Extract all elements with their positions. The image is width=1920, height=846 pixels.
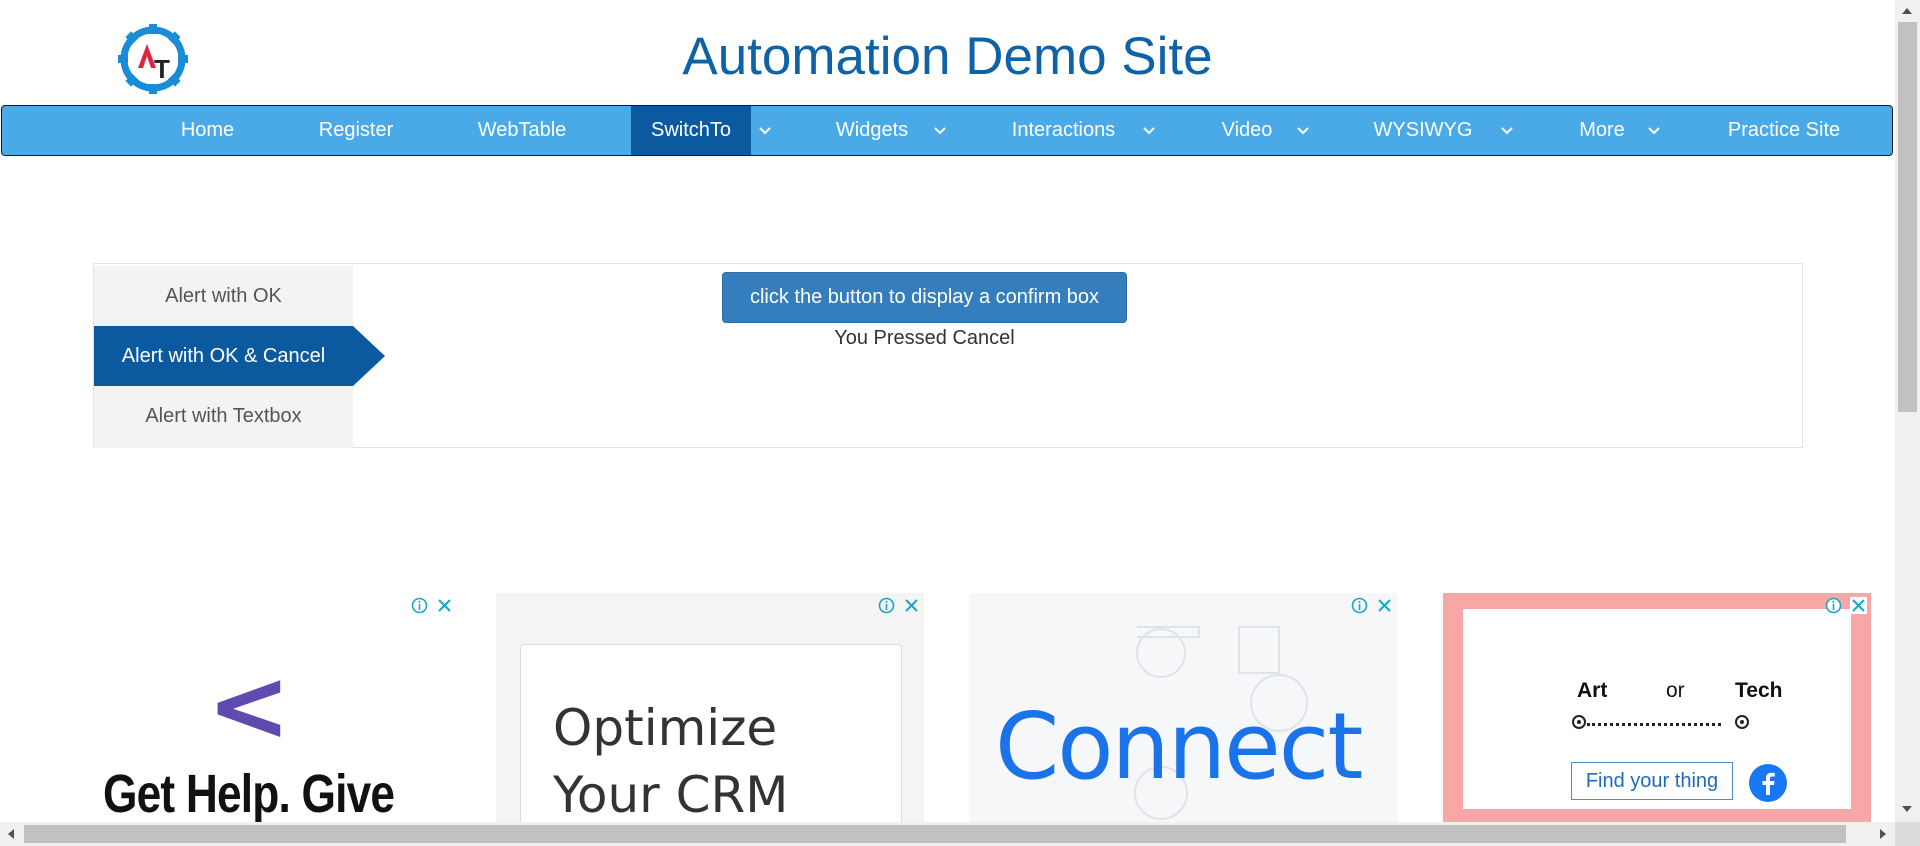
info-icon[interactable]	[411, 597, 428, 614]
nav-webtable[interactable]: WebTable	[457, 106, 587, 155]
slider-track	[1587, 723, 1721, 726]
nav-switchto[interactable]: SwitchTo	[631, 106, 751, 155]
tab-alert-textbox[interactable]: Alert with Textbox	[94, 386, 353, 448]
ad-card: Optimize Your CRM	[520, 644, 902, 822]
nav-wysiwyg[interactable]: WYSIWYG	[1358, 106, 1488, 155]
chevron-down-icon[interactable]	[1639, 106, 1669, 155]
chevron-down-icon[interactable]	[750, 106, 780, 155]
result-text: You Pressed Cancel	[834, 327, 1015, 349]
scrollbar-corner	[1895, 822, 1920, 846]
tab-label: Alert with OK & Cancel	[121, 345, 326, 367]
scroll-right-icon[interactable]	[1880, 829, 1886, 839]
radio-tech[interactable]	[1735, 715, 1749, 729]
ad-headline: Get Help. Give	[103, 764, 395, 822]
nav-home[interactable]: Home	[160, 106, 255, 155]
vertical-scrollbar[interactable]	[1895, 0, 1920, 822]
active-tab-arrow	[353, 326, 385, 386]
nav-practice-site[interactable]: Practice Site	[1714, 106, 1854, 155]
tab-alert-ok[interactable]: Alert with OK	[94, 266, 353, 326]
info-icon[interactable]	[878, 597, 895, 614]
horizontal-scrollbar[interactable]	[0, 822, 1895, 846]
ad-banner-1[interactable]: < Get Help. Give	[95, 593, 460, 822]
close-icon[interactable]	[903, 597, 920, 614]
ad-banner-2[interactable]: Optimize Your CRM	[496, 593, 924, 822]
tab-label: Alert with OK	[165, 285, 282, 307]
radio-art[interactable]	[1572, 715, 1586, 729]
facebook-icon[interactable]	[1749, 764, 1787, 802]
chevron-down-icon[interactable]	[925, 106, 955, 155]
page: T Automation Demo Site Home Register Web…	[0, 0, 1895, 822]
ad-headline: Connect	[995, 693, 1363, 800]
nav-video[interactable]: Video	[1202, 106, 1292, 155]
site-title: Automation Demo Site	[682, 27, 1213, 86]
scroll-down-icon[interactable]	[1902, 806, 1912, 812]
confirm-box-button[interactable]: click the button to display a confirm bo…	[722, 272, 1127, 323]
tab-label: Alert with Textbox	[145, 405, 302, 427]
tab-alert-ok-cancel[interactable]: Alert with OK & Cancel	[94, 326, 385, 386]
vertical-scroll-thumb[interactable]	[1898, 22, 1917, 412]
option-separator: or	[1666, 679, 1685, 702]
ad-card: Art or Tech Find your thing	[1463, 609, 1851, 809]
nav-widgets[interactable]: Widgets	[812, 106, 932, 155]
chevron-down-icon[interactable]	[1134, 106, 1164, 155]
chevron-left-icon: <	[207, 647, 291, 764]
main-nav: Home Register WebTable SwitchTo Widgets …	[1, 105, 1893, 156]
info-icon[interactable]	[1351, 597, 1368, 614]
ad-banner-4[interactable]: Art or Tech Find your thing	[1443, 593, 1871, 822]
nav-register[interactable]: Register	[300, 106, 412, 155]
option-art: Art	[1577, 679, 1608, 702]
find-your-thing-button[interactable]: Find your thing	[1571, 762, 1733, 800]
close-icon[interactable]	[1376, 597, 1393, 614]
ad-headline-line1: Optimize	[553, 699, 778, 757]
horizontal-scroll-thumb[interactable]	[24, 825, 1846, 843]
nav-more[interactable]: More	[1562, 106, 1642, 155]
chevron-down-icon[interactable]	[1288, 106, 1318, 155]
close-icon[interactable]	[1850, 597, 1867, 614]
option-tech: Tech	[1735, 679, 1783, 702]
scroll-left-icon[interactable]	[8, 829, 14, 839]
scroll-up-icon[interactable]	[1902, 8, 1912, 14]
close-icon[interactable]	[436, 597, 453, 614]
ad-headline-line2: Your CRM	[553, 766, 789, 822]
nav-interactions[interactable]: Interactions	[996, 106, 1131, 155]
info-icon[interactable]	[1825, 597, 1842, 614]
ad-banner-3[interactable]: Connect	[969, 593, 1398, 822]
chevron-down-icon[interactable]	[1492, 106, 1522, 155]
